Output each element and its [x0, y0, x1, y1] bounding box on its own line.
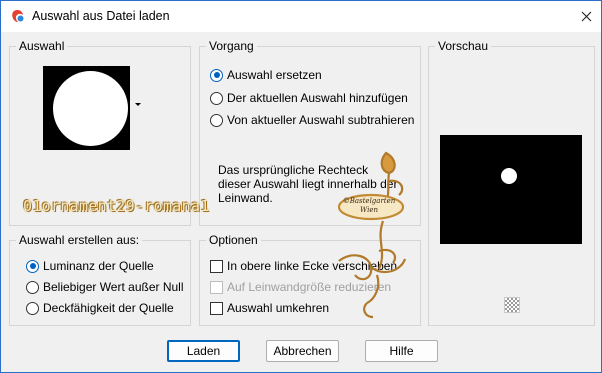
radio-subtrahieren[interactable]: Von aktueller Auswahl subtrahieren [210, 113, 414, 127]
radio-dot [210, 91, 223, 105]
group-vorgang-title: Vorgang [206, 39, 257, 53]
checkbox-auswahl-umkehren[interactable]: Auswahl umkehren [210, 301, 329, 315]
radio-dot [210, 68, 223, 82]
stamp-line-2: Wien [360, 206, 378, 214]
radio-label: Luminanz der Quelle [43, 259, 154, 273]
radio-label: Der aktuellen Auswahl hinzufügen [227, 91, 408, 105]
radio-beliebiger-wert[interactable]: Beliebiger Wert außer Null [26, 280, 184, 294]
thumbnail-background [46, 69, 128, 147]
hilfe-button[interactable]: Hilfe [365, 340, 438, 362]
radio-deckfaehigkeit[interactable]: Deckfähigkeit der Quelle [26, 301, 174, 315]
checkbox-box [210, 301, 223, 315]
thumbnail-circle [53, 71, 128, 146]
ornament-stamp-image [337, 151, 407, 319]
radio-label: Auswahl ersetzen [227, 68, 322, 82]
radio-dot [26, 280, 39, 294]
stamp-text: ©Bastelgarten Wien [339, 197, 399, 215]
title-bar: Auswahl aus Datei laden [1, 1, 601, 32]
checkbox-box [210, 259, 223, 273]
watermark-text: 01ornament29-romana1 [23, 197, 210, 215]
radio-label: Von aktueller Auswahl subtrahieren [227, 113, 415, 127]
chevron-down-icon[interactable] [135, 103, 141, 106]
radio-dot [26, 259, 39, 273]
radio-label: Beliebiger Wert außer Null [43, 280, 184, 294]
group-auswahl-title: Auswahl [16, 39, 68, 53]
radio-dot [26, 301, 39, 315]
radio-luminanz[interactable]: Luminanz der Quelle [26, 259, 154, 273]
close-button[interactable] [571, 1, 601, 32]
checkbox-label: Auswahl umkehren [227, 301, 330, 315]
radio-dot [210, 113, 223, 127]
group-vorschau-title: Vorschau [435, 39, 492, 53]
laden-button[interactable]: Laden [167, 340, 240, 362]
window-title: Auswahl aus Datei laden [32, 9, 170, 23]
group-erstellen-title: Auswahl erstellen aus: [16, 233, 143, 247]
group-optionen-title: Optionen [206, 233, 261, 247]
preview-canvas [440, 135, 582, 244]
thumbnail-frame [43, 66, 130, 150]
close-icon [581, 11, 591, 22]
radio-label: Deckfähigkeit der Quelle [43, 301, 174, 315]
radio-auswahl-ersetzen[interactable]: Auswahl ersetzen [210, 68, 322, 82]
checkbox-box [210, 280, 223, 294]
stamp-line-1: ©Bastelgarten [342, 197, 396, 205]
app-icon [12, 10, 24, 23]
radio-hinzufuegen[interactable]: Der aktuellen Auswahl hinzufügen [210, 91, 408, 105]
abbrechen-button[interactable]: Abbrechen [266, 340, 339, 362]
dialog-window: Auswahl aus Datei laden Auswahl Vorgang … [0, 0, 602, 373]
transparency-checker-icon[interactable] [504, 297, 520, 313]
preview-selection [501, 168, 517, 184]
